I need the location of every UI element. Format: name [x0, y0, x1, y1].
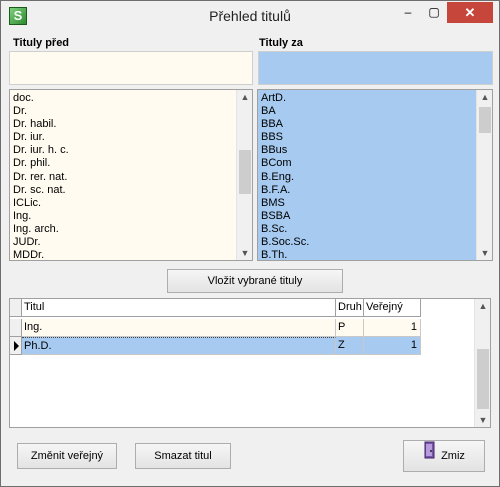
grid-scrollbar[interactable]: ▲ ▼ [474, 299, 490, 427]
close-window-button[interactable]: ✕ [447, 2, 493, 23]
scroll-down-arrow-icon[interactable]: ▼ [475, 413, 490, 427]
scroll-thumb[interactable] [477, 349, 489, 409]
grid-cell-verejny[interactable]: 1 [364, 319, 421, 337]
titles-before-scrollbar[interactable]: ▲ ▼ [236, 90, 252, 260]
list-item[interactable]: Ing. arch. [10, 223, 236, 236]
minimize-button[interactable]: – [395, 2, 421, 23]
titles-before-input[interactable] [9, 51, 253, 85]
list-item[interactable]: B.Eng. [258, 171, 476, 184]
column-header-druh[interactable]: Druh [336, 299, 364, 317]
titles-grid[interactable]: Titul Druh Veřejný Ing. P 1 Ph.D. Z 1 ▲ … [9, 298, 491, 428]
column-header-titul[interactable]: Titul [22, 299, 336, 317]
scroll-thumb[interactable] [239, 150, 251, 194]
scroll-down-arrow-icon[interactable]: ▼ [477, 246, 492, 260]
titles-after-list[interactable]: ArtD. BA BBA BBS BBus BCom B.Eng. B.F.A. BMS BSBA… [257, 89, 493, 261]
list-item[interactable]: Dr. [10, 105, 236, 118]
list-item[interactable]: B.Th. [258, 249, 476, 260]
grid-header-corner [10, 299, 22, 317]
insert-selected-titles-button[interactable]: Vložit vybrané tituly [167, 269, 343, 293]
door-exit-icon [423, 441, 437, 471]
list-item[interactable]: Dr. phil. [10, 157, 236, 170]
titles-before-list[interactable]: doc. Dr. Dr. habil. Dr. iur. Dr. iur. h. c. D… [9, 89, 253, 261]
title-bar: S Přehled titulů – ▢ ✕ [1, 1, 499, 31]
list-item[interactable]: MDDr. [10, 249, 236, 260]
grid-cell-druh[interactable]: P [336, 319, 364, 337]
list-item[interactable]: BCom [258, 157, 476, 170]
list-item[interactable]: B.Soc.Sc. [258, 236, 476, 249]
maximize-button[interactable]: ▢ [421, 2, 447, 23]
titles-after-scrollbar[interactable]: ▲ ▼ [476, 90, 492, 260]
list-item[interactable]: Dr. sc. nat. [10, 184, 236, 197]
delete-title-button[interactable]: Smazat titul [135, 443, 231, 469]
scroll-up-arrow-icon[interactable]: ▲ [477, 90, 492, 104]
column-header-verejny[interactable]: Veřejný [364, 299, 421, 317]
list-item[interactable]: BBS [258, 131, 476, 144]
titles-after-label: Tituly za [259, 37, 303, 49]
close-button-label: Zmiz [441, 450, 465, 462]
titles-after-input[interactable] [258, 51, 493, 85]
grid-cell-titul[interactable]: Ph.D. [22, 337, 336, 355]
list-item[interactable]: BBA [258, 118, 476, 131]
list-item[interactable]: Dr. iur. [10, 131, 236, 144]
list-item[interactable]: Ing. [10, 210, 236, 223]
list-item[interactable]: ArtD. [258, 92, 476, 105]
grid-cell-verejny[interactable]: 1 [364, 337, 421, 355]
scroll-down-arrow-icon[interactable]: ▼ [237, 246, 252, 260]
grid-cell-titul[interactable]: Ing. [22, 319, 336, 337]
grid-cell-druh[interactable]: Z [336, 337, 364, 355]
change-public-button[interactable]: Změnit veřejný [17, 443, 117, 469]
close-button[interactable]: Zmiz [403, 440, 485, 472]
current-row-indicator[interactable] [10, 337, 22, 355]
current-row-arrow-icon [14, 341, 19, 351]
scroll-up-arrow-icon[interactable]: ▲ [237, 90, 252, 104]
list-item[interactable]: B.Sc. [258, 223, 476, 236]
list-item[interactable]: ICLic. [10, 197, 236, 210]
list-item[interactable]: BMS [258, 197, 476, 210]
titles-before-label: Tituly před [13, 37, 70, 49]
list-item[interactable]: Dr. rer. nat. [10, 171, 236, 184]
scroll-up-arrow-icon[interactable]: ▲ [475, 299, 490, 313]
list-item[interactable]: BSBA [258, 210, 476, 223]
list-item[interactable]: Dr. habil. [10, 118, 236, 131]
list-item[interactable]: BA [258, 105, 476, 118]
list-item[interactable]: Dr. iur. h. c. [10, 144, 236, 157]
main-window: S Přehled titulů – ▢ ✕ Tituly před doc. D… [0, 0, 500, 487]
scroll-thumb[interactable] [479, 107, 491, 133]
list-item[interactable]: JUDr. [10, 236, 236, 249]
row-indicator[interactable] [10, 319, 22, 337]
list-item[interactable]: BBus [258, 144, 476, 157]
list-item[interactable]: B.F.A. [258, 184, 476, 197]
list-item[interactable]: doc. [10, 92, 236, 105]
